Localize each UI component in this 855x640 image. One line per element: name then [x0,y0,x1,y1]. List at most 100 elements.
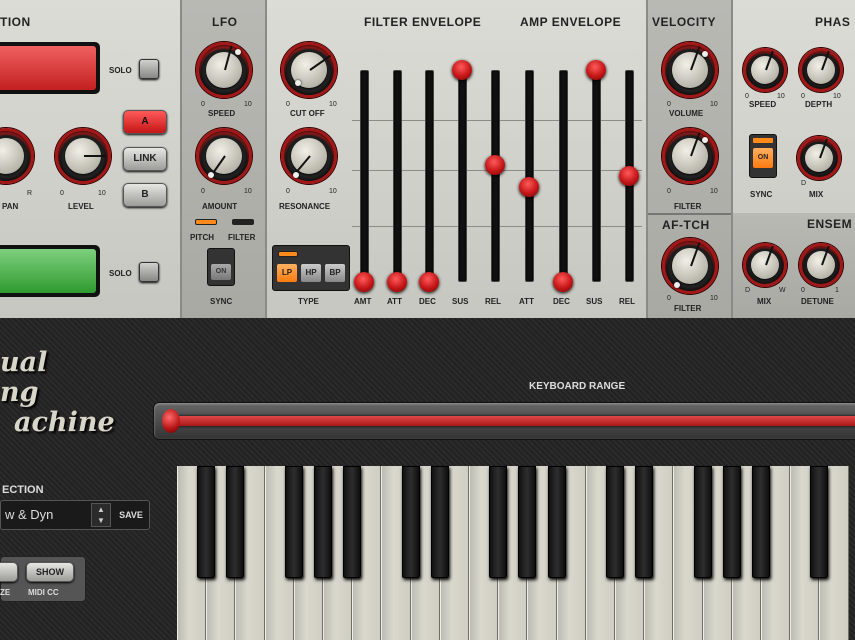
amp-envelope-title: AMP ENVELOPE [520,15,622,29]
filter-env-sus-slider[interactable] [452,60,472,80]
pan-knob[interactable] [0,128,34,184]
lfo-amount-knob[interactable] [196,128,252,184]
black-key[interactable] [343,466,362,578]
filter-env-dec-slider[interactable] [419,272,439,292]
filter-env-sus-track [458,70,467,282]
cutoff-knob[interactable] [281,42,337,98]
preset-save-button[interactable]: SAVE [114,503,148,527]
resonance-max: 10 [329,188,337,195]
black-key[interactable] [226,466,245,578]
phaser-speed-knob[interactable] [743,48,787,92]
black-key[interactable] [810,466,829,578]
filter-envelope-title: FILTER ENVELOPE [364,15,482,29]
black-key[interactable] [489,466,508,578]
black-key[interactable] [314,466,332,578]
black-key[interactable] [518,466,537,578]
amp-env-att-track [525,70,534,282]
filter-env-att-slider[interactable] [387,272,407,292]
osc-link-button[interactable]: LINK [123,147,167,171]
level-label: LEVEL [68,202,94,211]
black-key[interactable] [401,466,420,578]
ensemble-mix-w: W [779,287,786,294]
phaser-mix-knob[interactable] [797,136,841,180]
keyboard-range-handle[interactable] [162,409,180,433]
amp-env-att-slider[interactable] [519,176,539,197]
black-key[interactable] [284,466,303,578]
resonance-knob[interactable] [281,128,337,184]
lfo-filter-led[interactable] [232,219,254,225]
aftertouch-filter-min: 0 [667,295,671,302]
amp-env-sus-slider[interactable] [586,60,606,80]
ensemble-detune-min: 0 [801,287,805,294]
ensemble-detune-knob[interactable] [799,243,843,287]
lfo-panel: LFO 0 10 SPEED 0 10 AMOUNT PITCH FILTER … [182,0,267,318]
solo2-label: SOLO [109,269,132,278]
velocity-panel: VELOCITY 0 10 VOLUME 0 10 FILTER AF-TCH … [648,0,733,318]
ensemble-detune-label: DETUNE [801,297,834,306]
filter-lp-button[interactable]: LP [277,264,297,282]
aftertouch-divider [648,213,731,215]
lfo-sync-label: SYNC [210,297,233,306]
black-key[interactable] [606,466,624,578]
osc2-display [0,245,100,297]
phaser-depth-min: 0 [801,93,805,100]
black-key[interactable] [547,466,566,578]
keyboard-range-slider[interactable] [153,402,855,440]
lfo-pitch-led[interactable] [195,219,217,225]
phaser-depth-max: 10 [833,93,841,100]
black-key[interactable] [693,466,712,578]
phaser-sync-label: SYNC [750,190,773,199]
osc-b-button[interactable]: B [123,183,167,207]
black-key[interactable] [635,466,654,578]
resonance-min: 0 [286,188,290,195]
black-key[interactable] [430,466,449,578]
ensemble-mix-knob[interactable] [743,243,787,287]
aftertouch-filter-knob[interactable] [662,238,718,294]
black-key[interactable] [197,466,216,578]
pan-label: PAN [2,202,19,211]
preset-stepper[interactable]: ▲ ▼ [91,503,111,527]
amp-env-dec-slider[interactable] [553,272,573,292]
velocity-title: VELOCITY [652,15,717,29]
osc-title: TION [0,15,31,29]
amp-env-rel-slider[interactable] [619,166,639,186]
black-key[interactable] [722,466,741,578]
osc-a-button[interactable]: A [123,110,167,134]
filter-env-rel-slider[interactable] [485,155,505,176]
keyboard-range-bar [172,416,855,426]
lfo-sync-button[interactable]: ON [207,248,235,286]
logo-line1: ual [0,347,48,378]
lfo-amount-max: 10 [244,188,252,195]
show-midi-button[interactable]: SHOW [26,562,74,582]
level-knob[interactable] [55,128,111,184]
logo-line3: achine [14,407,115,438]
solo1-button[interactable] [139,59,159,79]
lfo-speed-knob[interactable] [196,42,252,98]
amp-env-dec-track [559,70,568,282]
preset-selector[interactable]: w & Dyn ▲ ▼ SAVE [0,500,150,530]
phaser-depth-knob[interactable] [799,48,843,92]
solo2-button[interactable] [139,262,159,282]
velocity-volume-knob[interactable] [662,42,718,98]
velocity-filter-label: FILTER [674,202,702,211]
filter-hp-button[interactable]: HP [301,264,321,282]
phaser-sync-on-label: ON [753,148,773,168]
ze-button[interactable] [0,562,18,582]
velocity-volume-max: 10 [710,101,718,108]
black-key[interactable] [752,466,770,578]
filter-env-att-label: ATT [387,297,402,306]
filter-env-amt-slider[interactable] [354,272,374,292]
phaser-sync-button[interactable]: ON [749,134,777,178]
lfo-pitch-label: PITCH [190,233,214,242]
level-max: 10 [98,190,106,197]
filter-env-sus-label: SUS [452,297,469,306]
phaser-panel: PHAS 0 10 SPEED 0 10 DEPTH ON SYNC D MIX… [733,0,855,318]
amp-env-sus-label: SUS [586,297,603,306]
filter-env-amt-label: AMT [354,297,372,306]
filter-env-rel-label: REL [485,297,501,306]
resonance-label: RESONANCE [279,202,331,211]
velocity-filter-knob[interactable] [662,128,718,184]
level-min: 0 [60,190,64,197]
preset-section-title: ECTION [2,484,44,496]
filter-bp-button[interactable]: BP [325,264,345,282]
